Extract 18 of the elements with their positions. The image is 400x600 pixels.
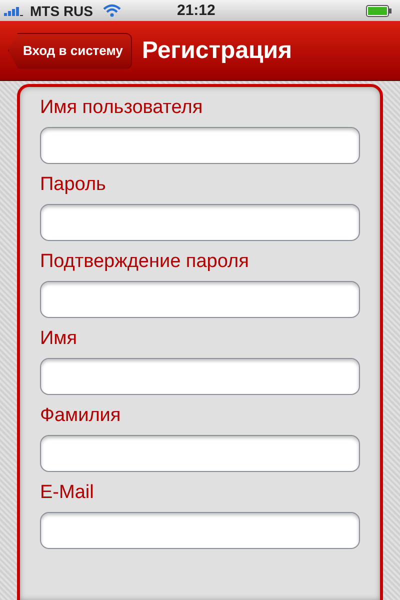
- input-field[interactable]: [40, 127, 360, 164]
- field-label: E-Mail: [40, 481, 95, 505]
- input-field[interactable]: [40, 358, 360, 395]
- wifi-icon: [103, 4, 121, 17]
- input-field[interactable]: [40, 512, 360, 549]
- field-label: Пароль: [40, 173, 107, 197]
- input-field[interactable]: [40, 204, 360, 241]
- screen-title: Регистрация: [142, 36, 292, 64]
- field-label: Подтверждение пароля: [40, 250, 250, 274]
- battery-icon: [366, 4, 392, 16]
- field-label: Фамилия: [40, 404, 122, 428]
- carrier-name: MTS RUS: [30, 2, 93, 18]
- input-field[interactable]: [40, 281, 360, 318]
- back-button[interactable]: Вход в систему: [8, 32, 132, 68]
- field-label: Имя: [40, 327, 78, 351]
- field-label: Имя пользователя: [40, 96, 204, 120]
- input-field[interactable]: [40, 435, 360, 472]
- clock: 21:12: [177, 2, 216, 19]
